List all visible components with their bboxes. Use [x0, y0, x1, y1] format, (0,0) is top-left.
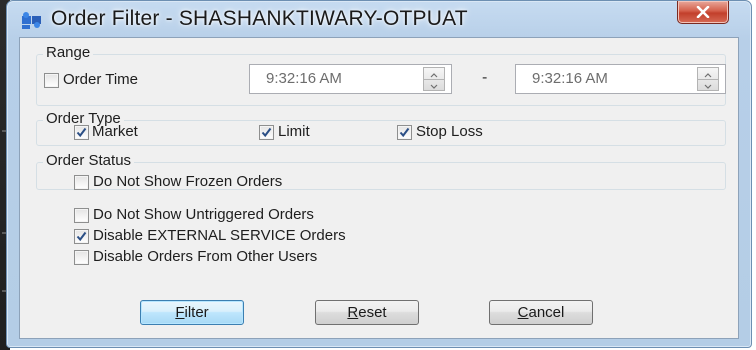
spin-down-button[interactable] — [424, 79, 444, 90]
filter-button[interactable]: Filter — [140, 300, 244, 325]
cancel-label-rest: ancel — [528, 304, 565, 321]
untriggered-orders-label: Do Not Show Untriggered Orders — [93, 206, 314, 223]
start-time-value: 9:32:16 AM — [266, 70, 342, 87]
order-time-label: Order Time — [63, 71, 139, 88]
puzzle-app-icon — [22, 12, 41, 29]
time-separator: - — [482, 69, 488, 86]
frozen-orders-checkbox[interactable] — [74, 175, 89, 190]
frozen-orders-label: Do Not Show Frozen Orders — [93, 173, 283, 190]
order-time-checkbox[interactable] — [44, 73, 59, 88]
start-time-spinner[interactable] — [423, 67, 445, 91]
range-legend: Range — [43, 44, 94, 61]
end-time-value: 9:32:16 AM — [532, 70, 608, 87]
market-checkbox[interactable] — [74, 125, 89, 140]
end-time-field[interactable]: 9:32:16 AM — [515, 64, 726, 94]
cancel-mnemonic: C — [517, 304, 529, 321]
untriggered-orders-checkbox[interactable] — [74, 208, 89, 223]
reset-mnemonic: R — [347, 304, 359, 321]
close-button[interactable] — [677, 1, 729, 24]
chevron-down-icon — [430, 84, 438, 89]
title-bar[interactable]: Order Filter - SHASHANKTIWARY-OTPUAT — [7, 1, 751, 37]
dialog-client-area: Range Order Time 9:32:16 AM - 9:32:16 AM — [19, 37, 739, 339]
start-time-field[interactable]: 9:32:16 AM — [249, 64, 452, 94]
checkmark-icon — [261, 127, 272, 138]
external-service-checkbox[interactable] — [74, 229, 89, 244]
spin-down-button[interactable] — [698, 79, 718, 90]
limit-checkbox[interactable] — [259, 125, 274, 140]
filter-mnemonic: F — [175, 304, 185, 321]
checkmark-icon — [76, 231, 87, 242]
stop-loss-label: Stop Loss — [416, 123, 483, 140]
stop-loss-checkbox[interactable] — [397, 125, 412, 140]
other-users-label: Disable Orders From Other Users — [93, 248, 318, 265]
checkmark-icon — [399, 127, 410, 138]
order-status-legend: Order Status — [43, 152, 135, 169]
external-service-label: Disable EXTERNAL SERVICE Orders — [93, 227, 346, 244]
checkmark-icon — [76, 127, 87, 138]
limit-label: Limit — [278, 123, 310, 140]
filter-label-rest: ilter — [184, 304, 209, 321]
end-time-spinner[interactable] — [697, 67, 719, 91]
cancel-button[interactable]: Cancel — [489, 300, 593, 325]
close-icon — [696, 6, 710, 18]
reset-button[interactable]: Reset — [315, 300, 419, 325]
order-type-group: Order Type — [36, 110, 726, 146]
reset-label-rest: eset — [358, 304, 387, 321]
other-users-checkbox[interactable] — [74, 250, 89, 265]
market-label: Market — [92, 123, 138, 140]
chevron-down-icon — [704, 84, 712, 89]
order-filter-dialog: Order Filter - SHASHANKTIWARY-OTPUAT Ran… — [6, 0, 752, 348]
window-title: Order Filter - SHASHANKTIWARY-OTPUAT — [51, 7, 468, 30]
